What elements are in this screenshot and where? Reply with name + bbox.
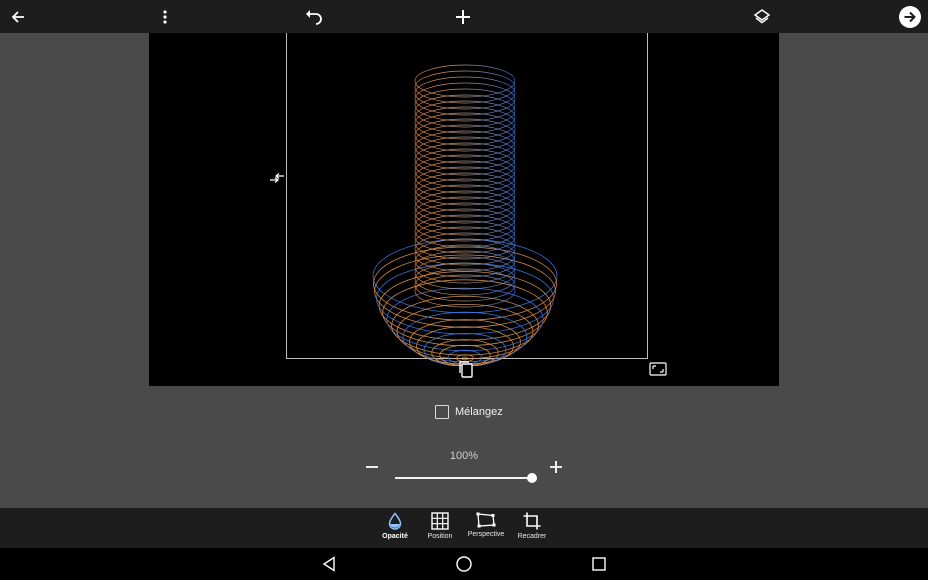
cylinder-ring [414, 244, 516, 278]
minus-icon [366, 466, 378, 468]
duplicate-icon [459, 361, 473, 378]
cylinder-ring [414, 256, 516, 290]
more-vertical-icon [163, 9, 167, 24]
cylinder-ring [414, 226, 516, 260]
cylinder-ring [414, 130, 516, 164]
system-home-button[interactable] [454, 554, 474, 574]
artwork-layer[interactable] [360, 61, 570, 366]
app-root: Mélangez 100% Opacité Position Perspecti… [0, 0, 928, 580]
grid-icon [431, 512, 449, 530]
cylinder-ring [414, 124, 516, 158]
cylinder-ring [414, 232, 516, 266]
cylinder-ring [414, 190, 516, 224]
cylinder-ring [414, 142, 516, 176]
bowl-ring [372, 246, 558, 321]
opacity-controls-panel: Mélangez 100% [0, 386, 928, 508]
cylinder-ring [414, 64, 516, 98]
cylinder-ring [414, 148, 516, 182]
tool-crop[interactable]: Recadrer [502, 512, 562, 548]
bowl-ring [376, 262, 554, 335]
home-circle-icon [456, 556, 472, 572]
decrease-opacity-button[interactable] [362, 457, 382, 477]
duplicate-handle[interactable] [457, 359, 475, 379]
cylinder-wireframe [414, 64, 516, 308]
cylinder-ring [414, 106, 516, 140]
bowl-ring [374, 254, 556, 328]
cylinder-ring [414, 118, 516, 152]
back-triangle-icon [322, 556, 335, 572]
blend-option[interactable]: Mélangez [435, 405, 503, 419]
more-options-button[interactable] [147, 0, 183, 33]
add-button[interactable] [445, 0, 481, 33]
cylinder-ring [414, 220, 516, 254]
cylinder-ring [414, 250, 516, 284]
swap-arrows-icon [270, 173, 284, 183]
blend-label: Mélangez [455, 406, 503, 418]
bowl-ring [391, 295, 539, 356]
blend-checkbox[interactable] [435, 405, 449, 419]
resize-handle[interactable] [648, 360, 668, 378]
system-recents-button[interactable] [589, 554, 609, 574]
undo-icon [306, 9, 322, 25]
cylinder-ring [414, 196, 516, 230]
opacity-drop-icon [388, 512, 402, 530]
canvas-area [0, 33, 928, 386]
cylinder-ring [414, 76, 516, 110]
recents-square-icon [592, 557, 606, 571]
cylinder-ring [414, 82, 516, 116]
cylinder-ring [414, 88, 516, 122]
next-button[interactable] [892, 0, 928, 33]
move-handle[interactable] [268, 171, 286, 185]
layers-button[interactable] [744, 0, 780, 33]
arrow-left-icon [11, 10, 24, 23]
plus-icon [456, 9, 470, 24]
cylinder-ring [414, 70, 516, 104]
arrow-right-circle-icon [899, 5, 921, 28]
increase-opacity-button[interactable] [546, 457, 566, 477]
tool-perspective-label: Perspective [467, 531, 505, 538]
cylinder-ring [414, 154, 516, 188]
resize-corner-icon [649, 362, 667, 376]
cylinder-ring [414, 184, 516, 218]
cylinder-ring [414, 160, 516, 194]
opacity-slider-track[interactable] [395, 477, 532, 479]
cylinder-ring [414, 172, 516, 206]
system-nav-bar [0, 548, 928, 580]
cylinder-ring [414, 262, 516, 296]
tool-bar: Opacité Position Perspective Recadrer [0, 508, 928, 548]
cylinder-ring [414, 208, 516, 242]
bowl-wireframe [372, 238, 558, 366]
cylinder-ring [414, 178, 516, 212]
cylinder-ring [414, 166, 516, 200]
cylinder-ring [414, 136, 516, 170]
tool-position-label: Position [427, 533, 453, 540]
bowl-ring [378, 271, 552, 341]
undo-button[interactable] [296, 0, 332, 33]
cylinder-ring [414, 100, 516, 134]
top-toolbar [0, 0, 928, 33]
cylinder-ring [414, 202, 516, 236]
perspective-icon [476, 512, 496, 528]
crop-icon [523, 512, 541, 530]
opacity-slider-thumb[interactable] [527, 473, 537, 483]
tool-opacity-label: Opacité [382, 533, 408, 540]
cylinder-ring [414, 94, 516, 128]
cylinder-ring [414, 214, 516, 248]
system-back-button[interactable] [319, 554, 339, 574]
plus-icon [550, 461, 562, 473]
tool-crop-label: Recadrer [517, 533, 547, 540]
back-button[interactable] [0, 0, 36, 33]
opacity-value-label: 100% [449, 450, 479, 462]
cylinder-ring [414, 112, 516, 146]
layers-icon [753, 8, 771, 23]
